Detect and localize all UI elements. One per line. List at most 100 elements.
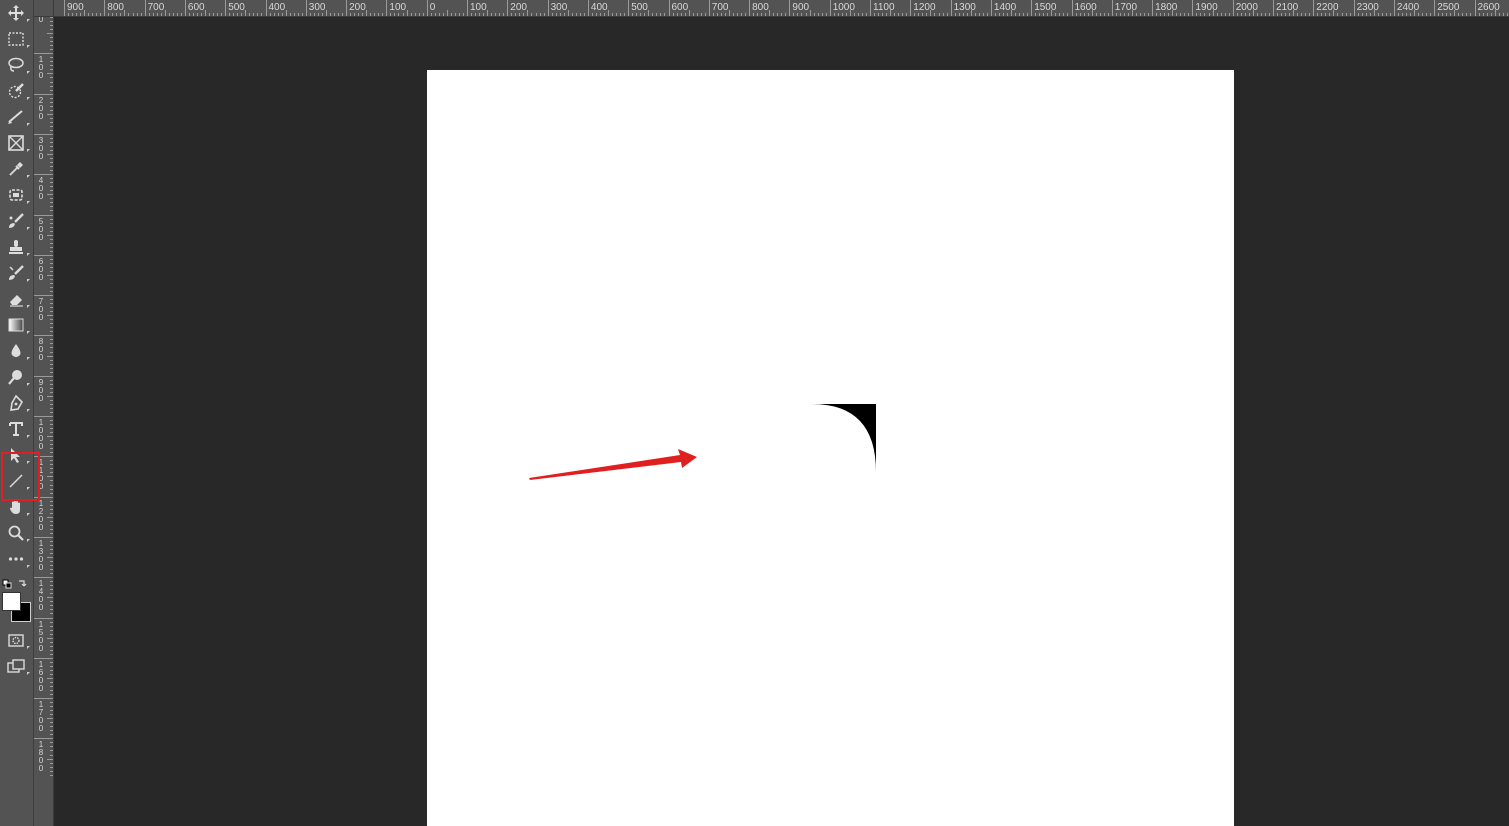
ruler-label: 300 (550, 2, 568, 13)
gradient-tool-button[interactable] (4, 314, 30, 336)
ruler-minor-tick (50, 766, 53, 768)
ruler-minor-tick (47, 758, 53, 760)
ruler-major-tick (950, 0, 952, 16)
ruler-minor-tick (50, 488, 53, 490)
ruler-minor-tick (728, 10, 730, 16)
ruler-minor-tick (1140, 13, 1141, 16)
ruler-minor-tick (1063, 13, 1065, 16)
ruler-minor-tick (50, 613, 53, 615)
line-tool-icon (9, 474, 23, 488)
clone-stamp-button[interactable] (4, 236, 30, 258)
ruler-minor-tick (519, 13, 521, 16)
ruler-minor-tick (1164, 13, 1166, 16)
ruler-minor-tick (47, 718, 53, 720)
ruler-minor-tick (591, 13, 593, 16)
ruler-minor-tick (120, 13, 122, 16)
spot-healing-brush-button[interactable] (4, 184, 30, 206)
hand-tool-button[interactable] (4, 496, 30, 518)
ruler-minor-tick (1277, 13, 1279, 16)
ruler-minor-tick (309, 13, 311, 16)
ruler-minor-tick (1365, 13, 1367, 16)
quick-selection-tool-button[interactable] (4, 80, 30, 102)
rectangular-marquee-tool-button[interactable] (4, 28, 30, 50)
ruler-minor-tick (50, 665, 53, 667)
ruler-label: 800 (752, 2, 769, 13)
ruler-label: 2100 (1276, 2, 1299, 13)
ruler-minor-tick (608, 10, 610, 16)
ruler-minor-tick (1377, 13, 1379, 16)
history-brush-button[interactable] (4, 262, 30, 284)
path-selection-tool-icon (11, 448, 20, 463)
ruler-minor-tick (418, 13, 420, 16)
lasso-tool-button[interactable] (4, 54, 30, 76)
ruler-major-tick (184, 0, 186, 16)
ruler-major-tick (34, 577, 53, 579)
ruler-label: 1600 (1074, 2, 1097, 13)
ruler-minor-tick (50, 21, 53, 23)
ruler-minor-tick (793, 13, 795, 16)
vertical-ruler[interactable]: 0 100 200 300 400 500 600 700 800 900 1000 1100 1200… (34, 17, 54, 826)
ruler-minor-tick (1224, 13, 1226, 16)
ruler-minor-tick (50, 210, 53, 212)
ruler-minor-tick (50, 589, 53, 591)
ruler-minor-tick (1414, 10, 1416, 16)
ruler-minor-tick (857, 13, 859, 16)
ruler-major-tick (668, 0, 670, 16)
eyedropper-tool-button[interactable] (4, 158, 30, 180)
ruler-minor-tick (390, 13, 392, 16)
color-swatches-icon[interactable] (2, 592, 32, 622)
ruler-minor-tick (50, 129, 53, 131)
ruler-label: 1000 (38, 418, 44, 451)
frame-tool-button[interactable] (4, 132, 30, 154)
dodge-tool-button[interactable] (4, 366, 30, 388)
pen-tool-button[interactable] (4, 392, 30, 414)
ruler-minor-tick (50, 480, 53, 482)
ruler-minor-tick (1325, 13, 1327, 16)
ruler-minor-tick (68, 13, 70, 16)
zoom-tool-button[interactable] (4, 522, 30, 544)
ruler-minor-tick (442, 13, 444, 16)
ruler-label: 1000 (832, 2, 855, 13)
line-tool-button[interactable] (4, 470, 30, 492)
ruler-minor-tick (1482, 13, 1484, 16)
ruler-major-tick (34, 335, 53, 337)
ruler-minor-tick (438, 13, 440, 16)
ruler-minor-tick (1228, 13, 1230, 16)
eraser-tool-button[interactable] (4, 288, 30, 310)
swap-colors-icon[interactable] (2, 579, 30, 589)
brush-tool-icon (9, 213, 24, 228)
ruler-minor-tick (942, 13, 944, 16)
quick-mask-button[interactable] (4, 629, 30, 651)
foreground-color-swatch[interactable] (2, 592, 21, 611)
ruler-minor-tick (50, 41, 53, 43)
ruler-major-tick (1232, 0, 1234, 16)
ruler-minor-tick (567, 10, 569, 16)
horizontal-ruler[interactable]: 900 800 700 600 500 400 300 200 100 0 100 200 300 400… (54, 0, 1509, 17)
brush-tool-button[interactable] (4, 210, 30, 232)
ruler-minor-tick (636, 13, 638, 16)
type-tool-button[interactable] (4, 418, 30, 440)
ruler-minor-tick (704, 13, 706, 16)
ruler-minor-tick (50, 444, 53, 446)
blur-tool-button[interactable] (4, 340, 30, 362)
crop-tool-button[interactable] (4, 106, 30, 128)
edit-toolbar-button[interactable] (4, 548, 30, 570)
ruler-minor-tick (894, 13, 896, 16)
ruler-major-tick (1474, 0, 1476, 16)
move-tool-button[interactable] (4, 2, 30, 24)
path-selection-tool-button[interactable] (4, 444, 30, 466)
document-canvas[interactable] (427, 70, 1234, 826)
ruler-minor-tick (543, 13, 545, 16)
ruler-minor-tick (809, 10, 811, 16)
rectangular-marquee-tool-icon (8, 32, 24, 46)
default-colors-icon[interactable] (2, 576, 30, 589)
ruler-minor-tick (112, 13, 114, 16)
ruler-minor-tick (172, 13, 174, 16)
screen-mode-button[interactable] (4, 655, 30, 677)
ruler-label: 400 (268, 2, 286, 13)
ruler-minor-tick (1212, 10, 1214, 16)
ruler-minor-tick (50, 428, 53, 430)
ruler-origin[interactable] (34, 0, 54, 17)
ruler-minor-tick (205, 10, 207, 16)
ruler-minor-tick (50, 585, 53, 587)
